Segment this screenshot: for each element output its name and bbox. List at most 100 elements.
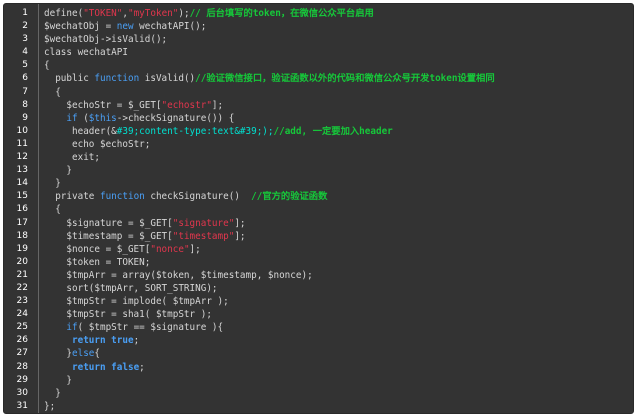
- line-number: 7: [22, 86, 28, 97]
- code-text: if( $tmpStr == $signature ){: [44, 321, 223, 334]
- code-text: private function checkSignature() //官方的验…: [44, 190, 327, 203]
- code-token: }: [66, 374, 72, 386]
- line-number: 1: [22, 8, 28, 18]
- code-line: 30 }: [4, 387, 633, 400]
- code-text: $wechatObj = new wechatAPI();: [44, 20, 206, 33]
- code-line: 11 echo $echoStr;: [4, 138, 633, 151]
- code-token: $tmpStr = implode( $tmpArr );: [66, 296, 229, 308]
- line-number: 24: [16, 309, 28, 320]
- code-token: }: [55, 178, 61, 190]
- code-text: $signature = $_GET["signature"];: [44, 217, 246, 230]
- code-text: $wechatObj->isValid();: [44, 33, 167, 46]
- code-text: {: [44, 203, 61, 216]
- code-line: 14 }: [4, 177, 633, 190]
- line-number: 21: [16, 269, 28, 280]
- code-token: function: [94, 73, 140, 85]
- line-number: 5: [22, 60, 28, 71]
- code-text: sort($tmpArr, SORT_STRING);: [44, 282, 217, 295]
- code-token: new: [116, 21, 134, 33]
- code-token: $tmpArr = array($token, $timestamp, $non…: [66, 269, 313, 281]
- line-number: 28: [16, 361, 28, 372]
- code-text: }: [44, 374, 72, 387]
- code-token: ;: [139, 361, 145, 373]
- code-text: }: [44, 177, 61, 190]
- code-token: "timestamp": [172, 230, 235, 242]
- code-text: }else{: [44, 347, 100, 360]
- code-token: else: [72, 348, 95, 360]
- code-token: isValid(): [139, 73, 196, 85]
- code-token: };: [44, 400, 56, 412]
- code-line: 21 $tmpArr = array($token, $timestamp, $…: [4, 269, 633, 282]
- code-token: $this: [88, 112, 117, 124]
- code-token: ( $tmpStr == $signature ){: [77, 322, 224, 334]
- code-text: $timestamp = $_GET["timestamp"];: [44, 230, 246, 243]
- code-text: header(&#39;content-type:text&#39;);//ad…: [44, 125, 393, 138]
- code-token: ];: [234, 217, 246, 229]
- code-token: exit;: [72, 152, 100, 164]
- line-number: 6: [22, 73, 28, 84]
- line-number: 19: [16, 243, 28, 254]
- line-number: 3: [22, 34, 28, 45]
- code-token: {: [94, 348, 100, 360]
- code-token: // 后台填写的token，在微信公众平台启用: [189, 8, 374, 19]
- code-line: 5{: [4, 59, 633, 72]
- line-number: 26: [16, 335, 28, 346]
- code-line: 22 sort($tmpArr, SORT_STRING);: [4, 282, 633, 295]
- line-number: 12: [16, 152, 28, 163]
- code-token: "nonce": [150, 243, 190, 255]
- code-token: ->checkSignature()) {: [116, 112, 235, 124]
- code-token: $wechatObj =: [44, 21, 117, 33]
- code-line: 3 $wechatObj->isValid();: [4, 33, 633, 46]
- line-number: 31: [16, 400, 28, 411]
- code-token: $tmpStr = sha1( $tmpStr );: [66, 309, 212, 321]
- code-text: $tmpStr = implode( $tmpArr );: [44, 295, 229, 308]
- code-token: );: [178, 8, 190, 19]
- code-line: 4 class wechatAPI: [4, 46, 633, 59]
- code-text: define("TOKEN","myToken");// 后台填写的token，…: [44, 7, 374, 20]
- code-editor[interactable]: 1 define("TOKEN","myToken");// 后台填写的token…: [3, 3, 634, 414]
- code-line: 29 }: [4, 374, 633, 387]
- line-number: 16: [16, 204, 28, 215]
- code-token: (: [77, 112, 89, 124]
- code-token: ];: [189, 243, 201, 255]
- code-token: define(: [44, 8, 84, 19]
- line-number: 29: [16, 374, 28, 385]
- line-number: 17: [16, 217, 28, 228]
- code-token: $token = TOKEN;: [66, 256, 151, 268]
- code-token: }: [66, 165, 72, 177]
- code-token: //验证微信接口，验证函数以外的代码和微信公众号开发token设置相同: [195, 73, 495, 85]
- code-line: 18 $timestamp = $_GET["timestamp"];: [4, 230, 633, 243]
- code-token: }: [55, 387, 61, 399]
- line-number: 14: [16, 178, 28, 189]
- line-number: 8: [22, 99, 28, 110]
- code-text: if ($this->checkSignature()) {: [44, 112, 234, 125]
- code-line: 7 {: [4, 86, 633, 99]
- code-line: 15 private function checkSignature() //官…: [4, 190, 633, 203]
- code-token: {: [55, 204, 61, 216]
- code-token: ];: [234, 230, 246, 242]
- code-text: $token = TOKEN;: [44, 256, 150, 269]
- code-token: private: [55, 191, 100, 203]
- line-number: 15: [16, 191, 28, 202]
- code-text: $nonce = $_GET["nonce"];: [44, 243, 201, 256]
- code-token: {: [55, 86, 61, 98]
- code-token: wechatAPI();: [133, 21, 207, 33]
- code-text: public function isValid()//验证微信接口，验证函数以外…: [44, 72, 495, 85]
- line-number: 13: [16, 165, 28, 176]
